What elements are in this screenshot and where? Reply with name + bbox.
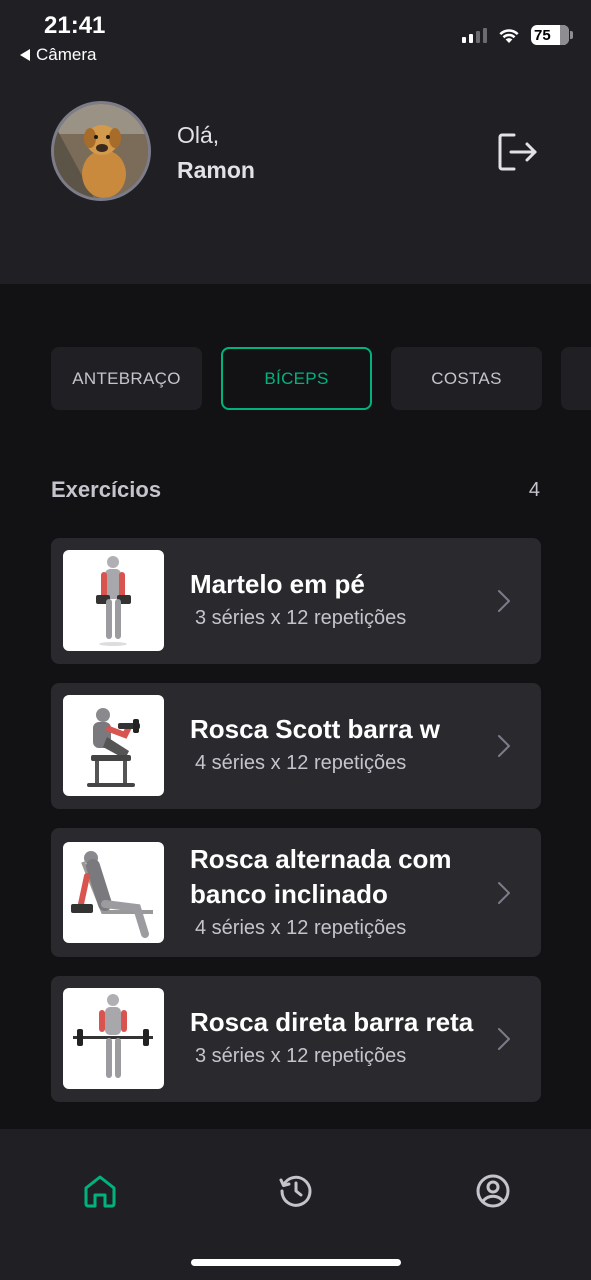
home-header: 21:41 Câmera 75 Olá, Ramon [0,0,591,284]
dog-photo-avatar [54,104,148,198]
chevron-right-icon [498,1028,510,1050]
chevron-right-icon [498,590,510,612]
muscle-group-list[interactable]: ANTEBRAÇO BÍCEPS COSTAS [51,347,591,411]
logout-icon[interactable] [497,132,539,172]
home-icon[interactable] [81,1172,119,1210]
profile-icon[interactable] [474,1172,512,1210]
exercise-card[interactable]: Rosca Scott barra w 4 séries x 12 repeti… [51,683,541,809]
status-indicators: 75 [462,25,573,45]
exercise-card[interactable]: Rosca alternada com banco inclinado 4 sé… [51,828,541,957]
chevron-right-icon [498,735,510,757]
user-name: Ramon [177,157,255,183]
preacher-curl-illustration [63,695,164,796]
exercise-meta: 3 séries x 12 repetições [195,1045,407,1067]
barbell-curl-illustration [63,988,164,1089]
greeting-text: Olá, [177,122,220,148]
standing-dumbbell-curl-illustration [63,550,164,651]
home-indicator [191,1259,401,1266]
exercise-name-line-2: banco inclinado [190,879,388,909]
exercise-meta: 4 séries x 12 repetições [195,752,407,774]
exercises-title: Exercícios [51,477,162,502]
exercise-name: Martelo em pé [190,569,365,599]
back-label: Câmera [36,45,97,64]
status-time: 21:41 [44,12,106,39]
exercise-meta: 3 séries x 12 repetições [195,607,407,629]
exercise-name: Rosca Scott barra w [190,714,440,744]
group-costas-button[interactable]: COSTAS [391,347,542,410]
exercise-meta: 4 séries x 12 repetições [195,917,407,939]
exercise-card[interactable]: Rosca direta barra reta 3 séries x 12 re… [51,976,541,1102]
back-to-camera-link[interactable]: Câmera [20,45,96,65]
cellular-signal-icon [462,27,487,43]
back-arrow-icon [20,49,30,61]
group-next-button-partial[interactable] [561,347,591,410]
battery-level: 75 [534,26,551,44]
incline-dumbbell-curl-illustration [63,842,164,943]
wifi-icon [499,29,519,43]
group-antebraco-button[interactable]: ANTEBRAÇO [51,347,202,410]
exercise-card[interactable]: Martelo em pé 3 séries x 12 repetições [51,538,541,664]
exercises-count: 4 [528,479,540,501]
chevron-right-icon [498,882,510,904]
user-avatar[interactable] [51,101,151,201]
battery-icon: 75 [531,25,573,45]
exercise-name: Rosca direta barra reta [190,1007,474,1037]
exercise-name-line-1: Rosca alternada com [190,844,452,874]
history-icon[interactable] [277,1172,315,1210]
group-biceps-button[interactable]: BÍCEPS [221,347,372,410]
